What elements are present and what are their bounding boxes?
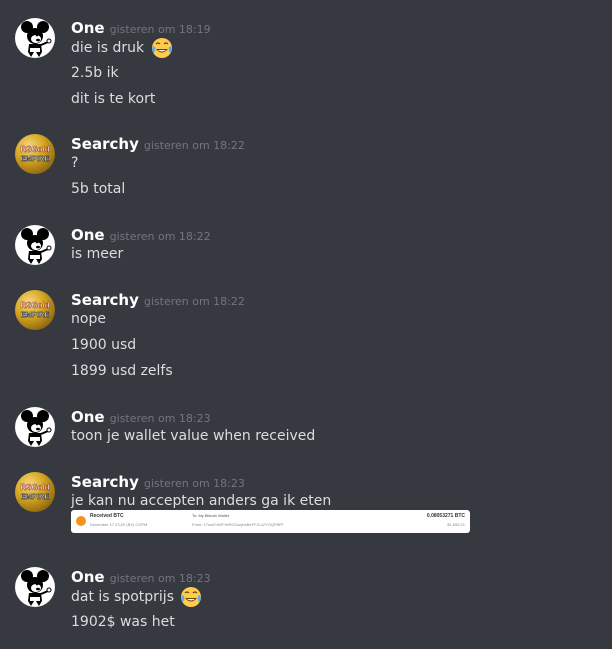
- message-text-row: dat is spotprijs: [71, 586, 203, 608]
- timestamp: gisteren om 18:23: [109, 572, 211, 585]
- attachment-to: To: My Bitcoin Wallet: [192, 513, 229, 518]
- joy-emoji-icon: [150, 37, 173, 59]
- avatar-searchy[interactable]: RSGold EMPIRE: [15, 472, 55, 512]
- message-text: dit is te kort: [71, 91, 156, 107]
- timestamp: gisteren om 18:23: [143, 477, 245, 490]
- avatar-one[interactable]: [15, 225, 55, 265]
- avatar-searchy[interactable]: RSGold EMPIRE: [15, 290, 55, 330]
- svg-text:EMPIRE: EMPIRE: [21, 154, 50, 163]
- rsgold-empire-avatar-icon: RSGold EMPIRE: [20, 301, 50, 319]
- attachment-title: Received BTC: [90, 513, 124, 519]
- message-text: ?: [71, 155, 79, 171]
- author-name[interactable]: One: [71, 568, 105, 586]
- message-header: Searchy gisteren om 18:23: [71, 472, 245, 492]
- attachment-date: December 17 23:20 (BX) COPM: [90, 522, 148, 527]
- message-header: One gisteren om 18:23: [71, 407, 211, 427]
- rsgold-empire-avatar-icon: RSGold EMPIRE: [20, 145, 50, 163]
- avatar-one[interactable]: [15, 567, 55, 607]
- svg-text:EMPIRE: EMPIRE: [21, 310, 50, 319]
- svg-text:RSGold: RSGold: [20, 145, 49, 154]
- message-text: nope: [71, 311, 106, 327]
- mickey-mouse-avatar-icon: [20, 20, 52, 58]
- svg-text:RSGold: RSGold: [20, 301, 49, 310]
- message-header: One gisteren om 18:22: [71, 225, 211, 245]
- author-name[interactable]: One: [71, 408, 105, 426]
- timestamp: gisteren om 18:23: [109, 412, 211, 425]
- message-header: Searchy gisteren om 18:22: [71, 290, 245, 310]
- message-text: 1899 usd zelfs: [71, 363, 173, 379]
- avatar-one[interactable]: [15, 407, 55, 447]
- joy-emoji-icon: [180, 586, 203, 608]
- author-name[interactable]: Searchy: [71, 473, 139, 491]
- avatar-searchy[interactable]: RSGold EMPIRE: [15, 134, 55, 174]
- timestamp: gisteren om 18:22: [143, 295, 245, 308]
- mickey-mouse-avatar-icon: [20, 569, 52, 607]
- message-text-row: die is druk: [71, 37, 173, 59]
- svg-text:RSGold: RSGold: [20, 483, 49, 492]
- author-name[interactable]: One: [71, 19, 105, 37]
- rsgold-empire-avatar-icon: RSGold EMPIRE: [20, 483, 50, 501]
- message-text: je kan nu accepten anders ga ik eten: [71, 493, 332, 509]
- timestamp: gisteren om 18:22: [109, 230, 211, 243]
- timestamp: gisteren om 18:22: [143, 139, 245, 152]
- message-header: One gisteren om 18:23: [71, 567, 211, 587]
- attachment-amount: 0.08053271 BTC: [426, 513, 465, 519]
- message-text: is meer: [71, 246, 124, 262]
- message-text: 1902$ was het: [71, 614, 175, 630]
- message-text: 1900 usd: [71, 337, 137, 353]
- author-name[interactable]: Searchy: [71, 291, 139, 309]
- author-name[interactable]: Searchy: [71, 135, 139, 153]
- message-header: One gisteren om 18:19: [71, 18, 211, 38]
- message-header: Searchy gisteren om 18:22: [71, 134, 245, 154]
- attachment-from: From: 17wuFnNf7YeRGGwyhsBeFFJLc2YOQFBFF: [192, 522, 284, 527]
- bitcoin-icon: [76, 516, 86, 526]
- timestamp: gisteren om 18:19: [109, 23, 211, 36]
- message-text: toon je wallet value when received: [71, 428, 316, 444]
- attachment-usd: $1,899.21: [447, 522, 465, 527]
- avatar-one[interactable]: [15, 18, 55, 58]
- message-text: dat is spotprijs: [71, 589, 174, 605]
- message-text: die is druk: [71, 40, 145, 56]
- image-attachment[interactable]: Received BTC December 17 23:20 (BX) COPM…: [71, 510, 470, 533]
- author-name[interactable]: One: [71, 226, 105, 244]
- svg-text:EMPIRE: EMPIRE: [21, 492, 50, 501]
- message-text: 5b total: [71, 181, 126, 197]
- mickey-mouse-avatar-icon: [20, 409, 52, 447]
- message-text: 2.5b ik: [71, 65, 119, 81]
- mickey-mouse-avatar-icon: [20, 227, 52, 265]
